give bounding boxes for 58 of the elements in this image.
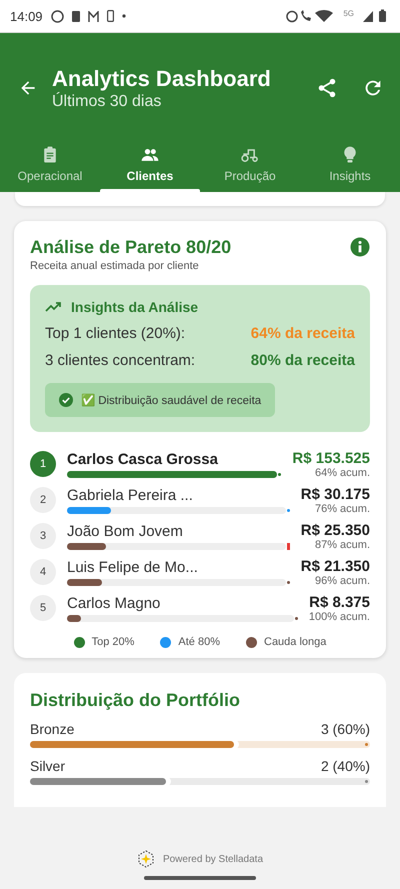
- network-label: 5G: [343, 8, 354, 18]
- stelladata-logo-icon: [136, 850, 155, 868]
- rank-badge: 4: [30, 559, 56, 585]
- tier-label: Bronze: [30, 721, 74, 737]
- rank-badge: 5: [30, 595, 56, 621]
- check-circle-icon: [59, 393, 73, 407]
- powered-by-text: Powered by Stelladata: [162, 854, 264, 864]
- legend-label: Top 20%: [92, 636, 134, 648]
- tier-count: 3 (60%): [320, 721, 370, 737]
- insight-label: 3 clientes concentram:: [45, 352, 196, 369]
- cumulative-share: 87% acum.: [314, 538, 370, 550]
- client-name: Carlos Casca Grossa: [67, 450, 219, 468]
- legend-label: Cauda longa: [264, 636, 326, 648]
- revenue-amount: R$ 153.525: [292, 450, 370, 466]
- insight-value: 64% da receita: [250, 325, 355, 342]
- info-icon[interactable]: [350, 237, 370, 257]
- page-subtitle: Últimos 30 dias: [52, 92, 162, 110]
- client-name: João Bom Jovem: [67, 522, 184, 540]
- tab[interactable]: Clientes: [100, 135, 200, 192]
- badge-text: ✅ Distribuição saudável de receita: [81, 393, 262, 407]
- rank-badge: 3: [30, 523, 56, 549]
- bar-end-marker: [365, 780, 368, 783]
- phone-icon: [106, 10, 114, 22]
- rank-badge: 2: [30, 487, 56, 513]
- rank-badge: 1: [30, 451, 56, 477]
- cumulative-share: 100% acum.: [308, 610, 370, 622]
- client-name: Luis Felipe de Mo...: [67, 558, 199, 576]
- dot-icon: [122, 14, 126, 18]
- mail-icon: [88, 10, 99, 22]
- card-subtitle: Receita anual estimada por cliente: [30, 260, 200, 272]
- revenue-amount: R$ 30.175: [300, 486, 370, 502]
- revenue-amount: R$ 8.375: [309, 594, 370, 610]
- status-time: 14:09: [10, 8, 43, 24]
- alarm-call-wifi-icons: [285, 9, 336, 23]
- tier-label: Silver: [30, 758, 66, 774]
- cumulative-share: 96% acum.: [314, 574, 370, 586]
- insight-label: Top 1 clientes (20%):: [45, 325, 186, 342]
- card-title: Distribuição do Portfólio: [30, 690, 241, 711]
- tab[interactable]: Insights: [300, 135, 400, 192]
- revenue-amount: R$ 21.350: [300, 558, 370, 574]
- cumulative-share: 76% acum.: [314, 502, 370, 514]
- cumulative-share: 64% acum.: [314, 466, 370, 478]
- tab[interactable]: Operacional: [0, 135, 100, 192]
- signal-battery-icons: [362, 9, 388, 23]
- client-name: Carlos Magno: [67, 594, 162, 612]
- share-icon[interactable]: [316, 77, 338, 99]
- legend-label: Até 80%: [178, 636, 220, 648]
- trending-up-icon: [45, 301, 63, 313]
- clipboard-icon: [72, 10, 80, 22]
- insight-value: 80% da receita: [250, 352, 355, 369]
- bar-end-marker: [365, 743, 368, 746]
- card-title: Análise de Pareto 80/20: [30, 237, 232, 258]
- revenue-amount: R$ 25.350: [300, 522, 370, 538]
- tier-count: 2 (40%): [320, 758, 370, 774]
- tab[interactable]: Produção: [200, 135, 300, 192]
- client-name: Gabriela Pereira ...: [67, 486, 194, 504]
- insights-title: Insights da Análise: [71, 299, 198, 315]
- page-title: Analytics Dashboard: [52, 66, 272, 91]
